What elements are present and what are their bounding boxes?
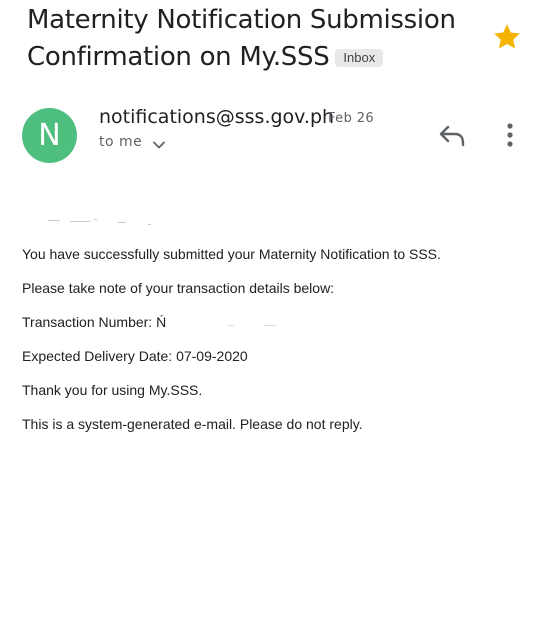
- sender-address[interactable]: notifications@sss.gov.ph: [99, 106, 334, 128]
- recipient-details-toggle[interactable]: to me: [99, 134, 166, 150]
- email-subject: Maternity Notification Submission Confir…: [27, 2, 467, 76]
- star-icon[interactable]: [492, 22, 522, 52]
- more-vert-icon[interactable]: [500, 122, 520, 150]
- sender-avatar[interactable]: N: [22, 108, 77, 163]
- body-line-confirmation: You have successfully submitted your Mat…: [22, 246, 441, 262]
- redacted-greeting: [48, 218, 158, 226]
- body-line-transaction-number: Transaction Number: Ń: [22, 312, 522, 346]
- chevron-down-icon: [153, 141, 166, 149]
- recipient-label: to me: [99, 134, 143, 150]
- inbox-label-chip[interactable]: Inbox: [335, 49, 384, 67]
- subject-text: Maternity Notification Submission Confir…: [27, 5, 456, 72]
- email-body: You have successfully submitted your Mat…: [22, 244, 522, 448]
- redacted-transaction-number: [166, 318, 277, 328]
- reply-icon[interactable]: [438, 122, 466, 148]
- email-date: Feb 26: [328, 111, 375, 126]
- body-line-thanks: Thank you for using My.SSS.: [22, 382, 203, 398]
- body-line-delivery-date: Expected Delivery Date: 07-09-2020: [22, 348, 248, 364]
- transaction-number-text: Transaction Number: Ń: [22, 314, 167, 330]
- body-line-instructions: Please take note of your transaction det…: [22, 280, 335, 296]
- body-line-disclaimer: This is a system-generated e-mail. Pleas…: [22, 416, 363, 432]
